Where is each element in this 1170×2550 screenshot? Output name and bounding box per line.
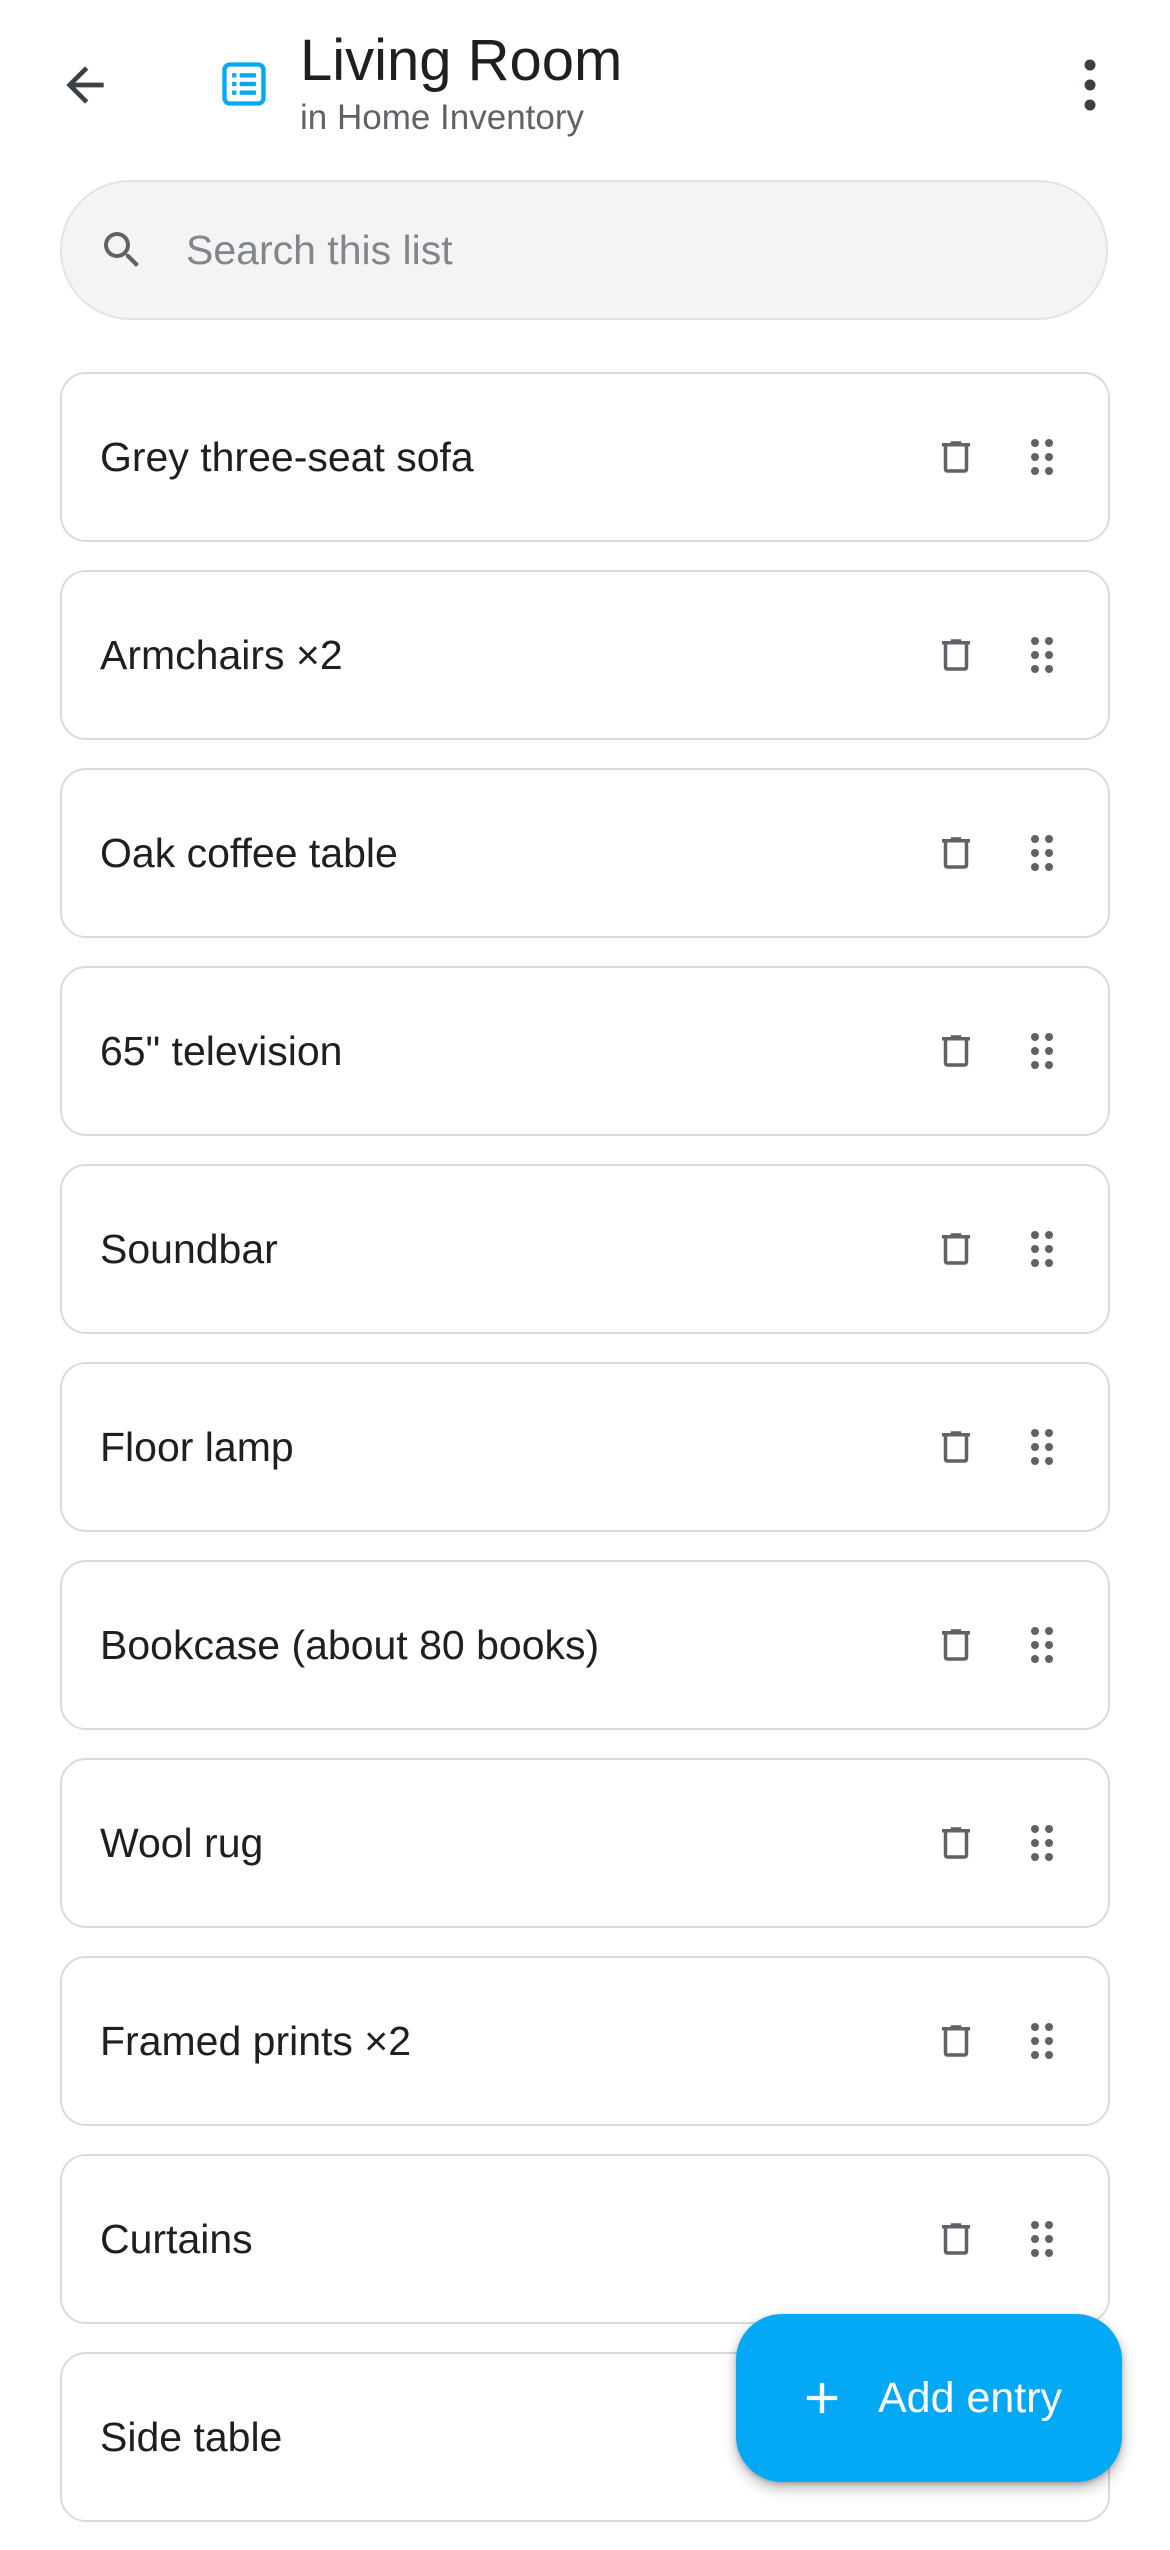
search-bar (60, 180, 1108, 320)
drag-dots-icon (1031, 1627, 1053, 1663)
delete-button[interactable] (924, 1613, 988, 1677)
list-item[interactable]: Bookcase (about 80 books) (60, 1560, 1110, 1730)
delete-button[interactable] (924, 1811, 988, 1875)
list-item[interactable]: Wool rug (60, 1758, 1110, 1928)
list-item[interactable]: Soundbar (60, 1164, 1110, 1334)
item-list: Grey three-seat sofa Armchairs ×2 Oak co… (60, 372, 1110, 2550)
drag-handle[interactable] (1010, 1217, 1074, 1281)
drag-handle[interactable] (1010, 1811, 1074, 1875)
back-button[interactable] (40, 40, 130, 130)
trash-icon (942, 441, 970, 473)
drag-handle[interactable] (1010, 1415, 1074, 1479)
drag-handle[interactable] (1010, 2009, 1074, 2073)
more-vertical-icon (1084, 59, 1096, 111)
drag-dots-icon (1031, 1231, 1053, 1267)
drag-handle[interactable] (1010, 425, 1074, 489)
drag-dots-icon (1031, 835, 1053, 871)
delete-button[interactable] (924, 425, 988, 489)
drag-dots-icon (1031, 2023, 1053, 2059)
delete-button[interactable] (924, 2009, 988, 2073)
drag-dots-icon (1031, 2221, 1053, 2257)
drag-handle[interactable] (1010, 1613, 1074, 1677)
add-entry-button[interactable]: Add entry (736, 2314, 1122, 2482)
drag-dots-icon (1031, 1033, 1053, 1069)
delete-button[interactable] (924, 1415, 988, 1479)
plus-icon (794, 2370, 850, 2426)
drag-dots-icon (1031, 439, 1053, 475)
trash-icon (942, 1431, 970, 1463)
delete-button[interactable] (924, 821, 988, 885)
list-item[interactable]: Floor lamp (60, 1362, 1110, 1532)
trash-icon (942, 2025, 970, 2057)
drag-dots-icon (1031, 1825, 1053, 1861)
list-item[interactable]: Framed prints ×2 (60, 1956, 1110, 2126)
title-block: Living Room in Home Inventory (300, 26, 622, 140)
arrow-left-icon (66, 66, 104, 104)
drag-handle[interactable] (1010, 623, 1074, 687)
drag-handle[interactable] (1010, 821, 1074, 885)
drag-dots-icon (1031, 637, 1053, 673)
trash-icon (942, 1629, 970, 1661)
list-item[interactable]: Grey three-seat sofa (60, 372, 1110, 542)
delete-button[interactable] (924, 623, 988, 687)
page-title: Living Room (300, 28, 623, 93)
list-item[interactable]: Armchairs ×2 (60, 570, 1110, 740)
trash-icon (942, 2223, 970, 2255)
delete-button[interactable] (924, 2207, 988, 2271)
search-input[interactable] (184, 225, 1008, 275)
list-icon (222, 62, 266, 106)
trash-icon (942, 639, 970, 671)
trash-icon (942, 1233, 970, 1265)
overflow-menu-button[interactable] (1050, 40, 1130, 130)
trash-icon (942, 1035, 970, 1067)
delete-button[interactable] (924, 1217, 988, 1281)
delete-button[interactable] (924, 1019, 988, 1083)
add-entry-label: Add entry (878, 2373, 1063, 2422)
drag-handle[interactable] (1010, 1019, 1074, 1083)
drag-handle[interactable] (1010, 2207, 1074, 2271)
trash-icon (942, 1827, 970, 1859)
search-icon (94, 222, 150, 278)
list-item[interactable]: 65" television (60, 966, 1110, 1136)
trash-icon (942, 837, 970, 869)
page-subtitle: in Home Inventory (300, 98, 585, 137)
drag-dots-icon (1031, 1429, 1053, 1465)
list-item[interactable]: Oak coffee table (60, 768, 1110, 938)
list-item[interactable]: Curtains (60, 2154, 1110, 2324)
app-bar: Living Room in Home Inventory (0, 0, 1170, 170)
